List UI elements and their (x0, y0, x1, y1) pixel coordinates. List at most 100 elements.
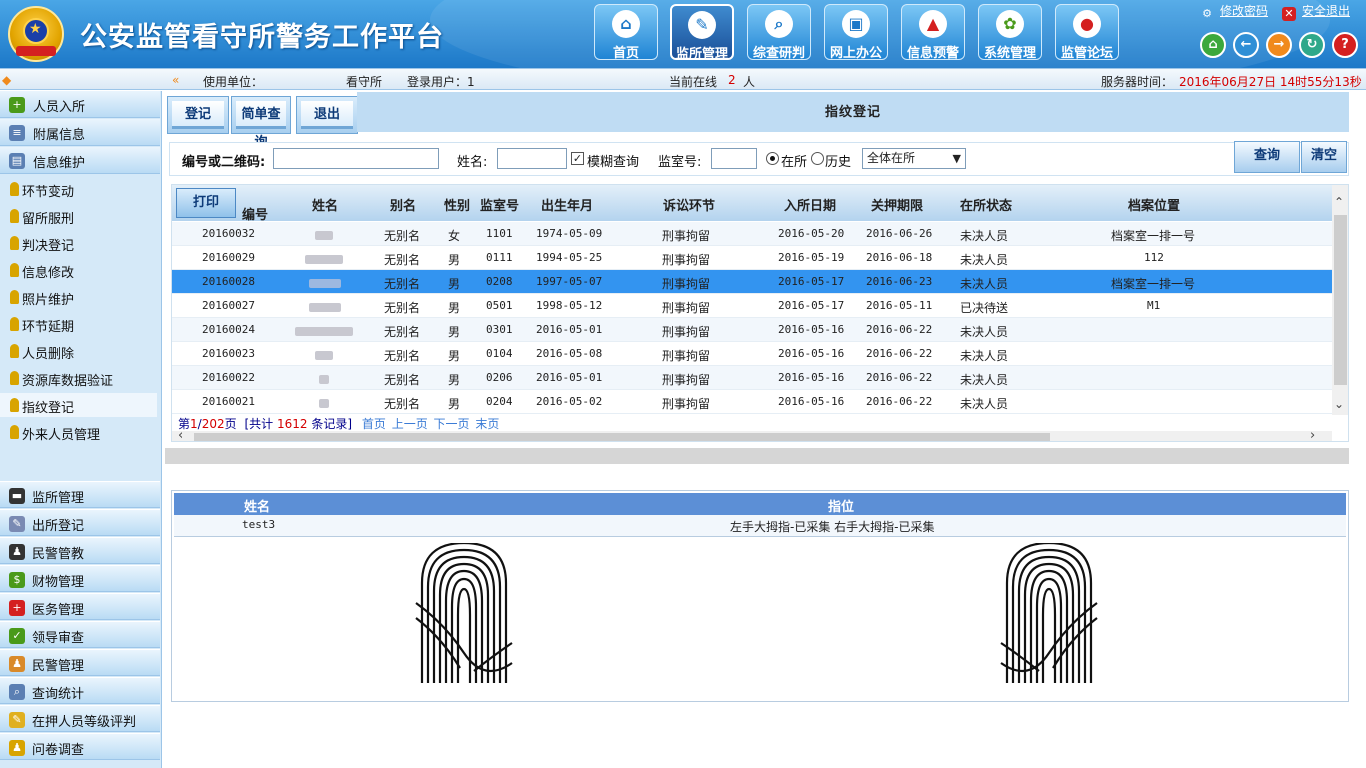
column-header: 诉讼环节 (663, 199, 716, 214)
print-button[interactable]: 打印 (176, 188, 236, 218)
sidebar-item-attached-info[interactable]: ≡ 附属信息 (0, 119, 160, 146)
cell-room: 0104 (486, 347, 513, 360)
scope-select[interactable]: 全体在所 ▼ (862, 148, 966, 169)
sidebar-subitem-verdict[interactable]: 判决登记 (0, 231, 157, 255)
nav-online-office[interactable]: ▣ 网上办公 (824, 4, 888, 61)
fingerprint-row[interactable]: test3 左手大拇指-已采集 右手大拇指-已采集 (174, 515, 1346, 537)
sidebar-subitem-sentence-serving[interactable]: 留所服刑 (0, 204, 157, 228)
table-row[interactable]: 20160027 无别名 男 0501 1998-05-12 刑事拘留 2016… (172, 294, 1332, 318)
cell-room: 0204 (486, 395, 513, 408)
logout-link[interactable]: ✕ 安全退出 (1282, 2, 1350, 21)
back-icon[interactable]: ← (1233, 32, 1259, 58)
sidebar-item-rating[interactable]: ✎ 在押人员等级评判 (0, 705, 160, 732)
clear-button[interactable]: 清空 (1301, 141, 1347, 173)
cell-limit: 2016-06-26 (866, 227, 933, 240)
table-row[interactable]: 20160024 无别名 男 0301 2016-05-01 刑事拘留 2016… (172, 318, 1332, 342)
sidebar-item-survey[interactable]: ♟ 问卷调查 (0, 733, 160, 760)
table-row[interactable]: 20160023 无别名 男 0104 2016-05-08 刑事拘留 2016… (172, 342, 1332, 366)
nav-home[interactable]: ⌂ 首页 (594, 4, 658, 61)
table-row[interactable]: 20160029 无别名 男 0111 1994-05-25 刑事拘留 2016… (172, 246, 1332, 270)
forward-icon[interactable]: → (1266, 32, 1292, 58)
room-input[interactable] (711, 148, 757, 169)
history-radio[interactable] (811, 152, 824, 165)
collapse-icon[interactable]: « (172, 73, 179, 87)
code-input[interactable] (273, 148, 439, 169)
exit-button[interactable]: 退出 (296, 96, 358, 134)
vertical-scrollbar[interactable]: ⌃ ⌄ (1332, 185, 1348, 415)
table-row-selected[interactable]: 20160028 无别名 男 0208 1997-05-07 刑事拘留 2016… (172, 270, 1332, 294)
gear-icon: ⚙ (1202, 7, 1212, 20)
scroll-down-icon[interactable]: ⌄ (1334, 397, 1344, 411)
sidebar-subitem-stage-extend[interactable]: 环节延期 (0, 312, 157, 336)
sidebar-item-property[interactable]: $ 财物管理 (0, 565, 160, 592)
scroll-up-icon[interactable]: ⌃ (1334, 195, 1344, 209)
scroll-thumb[interactable] (1334, 215, 1347, 385)
form-title: 指纹登记 (357, 92, 1349, 132)
sidebar-item-prison-management[interactable]: ▬ 监所管理 (0, 481, 160, 508)
name-input[interactable] (497, 148, 567, 169)
table-row[interactable]: 20160021 无别名 男 0204 2016-05-02 刑事拘留 2016… (172, 390, 1332, 414)
cell-stage: 刑事拘留 (662, 349, 711, 363)
register-button[interactable]: 登记 (167, 96, 229, 134)
scroll-thumb[interactable] (194, 433, 1050, 441)
simple-query-button[interactable]: 简单查询 (231, 96, 291, 150)
change-password-link[interactable]: ⚙ 修改密码 (1200, 2, 1268, 21)
next-page-link[interactable]: 下一页 (434, 417, 470, 431)
sidebar-subitem-data-verify[interactable]: 资源库数据验证 (0, 366, 157, 390)
column-header: 在所状态 (960, 199, 1013, 214)
query-button[interactable]: 查询 (1234, 141, 1300, 173)
column-header: 别名 (390, 199, 417, 214)
rating-icon: ✎ (9, 712, 25, 728)
cell-sex: 男 (448, 253, 461, 267)
prev-page-link[interactable]: 上一页 (392, 417, 428, 431)
help-icon[interactable]: ? (1332, 32, 1358, 58)
refresh-icon[interactable]: ↻ (1299, 32, 1325, 58)
table-row[interactable]: 20160022 无别名 男 0206 2016-05-01 刑事拘留 2016… (172, 366, 1332, 390)
scroll-left-icon[interactable]: ‹ (178, 428, 183, 441)
sidebar-item-label: 问卷调查 (32, 743, 85, 758)
cell-in-date: 2016-05-17 (778, 299, 845, 312)
horizontal-scrollbar[interactable]: ‹ › (172, 428, 1332, 441)
nav-forum[interactable]: ● 监管论坛 (1055, 4, 1119, 61)
last-page-link[interactable]: 末页 (475, 417, 499, 431)
sidebar-item-statistics[interactable]: ⌕ 查询统计 (0, 677, 160, 704)
nav-label: 系统管理 (983, 46, 1036, 61)
sidebar-item-police-management[interactable]: ♟ 民警管理 (0, 649, 160, 676)
nav-prison-management[interactable]: ✎ 监所管理 (670, 4, 734, 62)
sidebar-subitem-delete[interactable]: 人员删除 (0, 339, 157, 363)
fuzzy-checkbox[interactable]: ✓ (571, 152, 584, 165)
app-title: 公安监管看守所警务工作平台 (80, 22, 444, 53)
home-round-icon[interactable]: ⌂ (1200, 32, 1226, 58)
redacted-name (315, 231, 333, 240)
login-user: 登录用户：1 (407, 75, 475, 89)
sidebar-subitem-stage-change[interactable]: 环节变动 (0, 177, 157, 201)
cell-alias: 无别名 (384, 373, 421, 387)
sidebar-item-release[interactable]: ✎ 出所登记 (0, 509, 160, 536)
nav-alerts[interactable]: ▲ 信息预警 (901, 4, 965, 61)
gear-icon: ✿ (996, 10, 1024, 38)
online-unit: 人 (743, 75, 756, 89)
sidebar-subitem-photo[interactable]: 照片维护 (0, 285, 157, 309)
sidebar-subitem-fingerprint[interactable]: 指纹登记 (0, 393, 157, 417)
sidebar-item-leader-review[interactable]: ✓ 领导审查 (0, 621, 160, 648)
cell-in-date: 2016-05-20 (778, 227, 845, 240)
scroll-right-icon[interactable]: › (1310, 428, 1315, 441)
sidebar-subitem-info-edit[interactable]: 信息修改 (0, 258, 157, 282)
nav-system[interactable]: ✿ 系统管理 (978, 4, 1042, 61)
sidebar-item-intake[interactable]: + 人员入所 (0, 91, 160, 118)
sidebar-item-info-maintenance[interactable]: ▤ 信息维护 (0, 147, 160, 174)
table-row[interactable]: 20160032 无别名 女 1101 1974-05-09 刑事拘留 2016… (172, 222, 1332, 246)
in-custody-radio[interactable] (766, 152, 779, 165)
cell-stage: 刑事拘留 (662, 373, 711, 387)
sidebar: + 人员入所 ≡ 附属信息 ▤ 信息维护 环节变动 留所服刑 判决登记 信息修改… (0, 91, 162, 768)
column-header: 编号 (242, 208, 269, 223)
forum-icon: ● (1073, 10, 1101, 38)
fingerprint-person-name: test3 (242, 518, 276, 531)
expand-icon[interactable]: ◆ (2, 73, 11, 87)
person-icon (10, 263, 19, 277)
sidebar-item-medical[interactable]: + 医务管理 (0, 593, 160, 620)
first-page-link[interactable]: 首页 (362, 417, 386, 431)
sidebar-subitem-visitors[interactable]: 外来人员管理 (0, 420, 157, 444)
nav-analysis[interactable]: ⌕ 综查研判 (747, 4, 811, 61)
sidebar-item-police-discipline[interactable]: ♟ 民警管教 (0, 537, 160, 564)
